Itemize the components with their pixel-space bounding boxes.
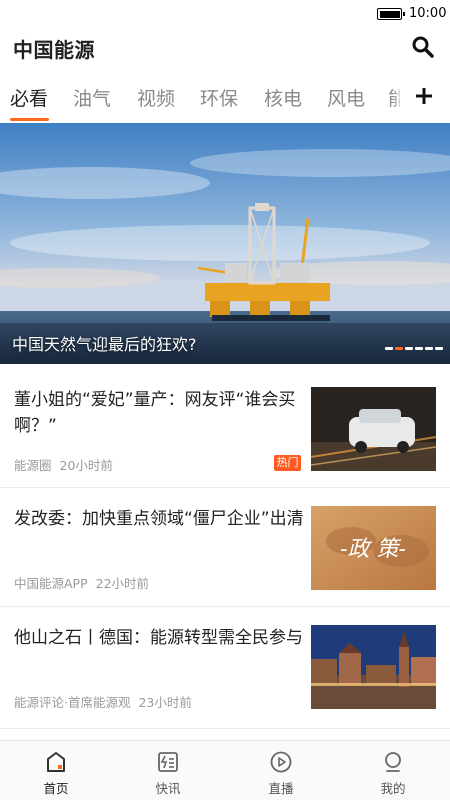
- tab-huanbao[interactable]: 环保: [200, 84, 238, 111]
- nav-label: 快讯: [155, 781, 181, 796]
- profile-icon: [381, 750, 405, 774]
- search-icon[interactable]: [410, 34, 436, 60]
- carousel-dot: [385, 347, 393, 350]
- active-tab-indicator: [10, 118, 49, 121]
- tab-shipin[interactable]: 视频: [137, 84, 175, 111]
- tab-bikan[interactable]: 必看: [10, 84, 48, 111]
- bottom-nav: 首页 快讯 直播 我的: [0, 740, 450, 800]
- carousel-dot: [435, 347, 443, 350]
- carousel-dot-active: [395, 347, 403, 350]
- news-thumbnail: [311, 625, 436, 709]
- nav-label: 首页: [43, 781, 69, 796]
- nav-label: 我的: [380, 781, 406, 796]
- channel-tabs: 必看 油气 视频 环保 核电 风电 能: [0, 76, 450, 122]
- carousel-dot: [415, 347, 423, 350]
- app-header: 中国能源: [0, 28, 450, 64]
- news-time: 20小时前: [59, 458, 113, 473]
- live-play-icon: [269, 750, 293, 774]
- hero-banner[interactable]: 中国天然气迎最后的狂欢?: [0, 123, 450, 364]
- nav-live[interactable]: 直播: [225, 741, 337, 800]
- banner-caption: 中国天然气迎最后的狂欢?: [12, 335, 197, 354]
- carousel-dot: [405, 347, 413, 350]
- plus-icon[interactable]: [408, 80, 440, 112]
- policy-thumbnail-text: -政 策-: [340, 537, 406, 562]
- news-time: 23小时前: [138, 695, 192, 710]
- hot-badge: 热门: [274, 455, 301, 471]
- carousel-dot: [425, 347, 433, 350]
- oil-platform-image: [0, 123, 450, 364]
- nav-profile[interactable]: 我的: [337, 741, 449, 800]
- news-meta: 能源评论·首席能源观 23小时前: [14, 692, 192, 711]
- divider: [0, 487, 450, 488]
- news-title: 发改委：加快重点领域“僵尸企业”出清: [14, 509, 304, 529]
- battery-icon: [377, 8, 405, 20]
- news-thumbnail: [311, 387, 436, 471]
- news-meta: 中国能源APP 22小时前: [14, 573, 149, 592]
- status-bar: 10:00: [0, 0, 450, 28]
- divider: [0, 606, 450, 607]
- home-icon: [44, 750, 68, 774]
- news-meta: 能源圈 20小时前: [14, 455, 113, 474]
- news-source: 能源评论·首席能源观: [14, 695, 131, 710]
- nav-home[interactable]: 首页: [0, 741, 112, 800]
- nav-flash-news[interactable]: 快讯: [112, 741, 224, 800]
- tab-hedian[interactable]: 核电: [264, 84, 302, 111]
- news-thumbnail: -政 策-: [311, 506, 436, 590]
- nav-label: 直播: [268, 781, 294, 796]
- flash-news-icon: [156, 750, 180, 774]
- news-source: 能源圈: [14, 458, 52, 473]
- news-source: 中国能源APP: [14, 576, 88, 591]
- news-item[interactable]: 他山之石丨德国：能源转型需全民参与 能源评论·首席能源观 23小时前: [0, 625, 450, 743]
- tab-youqi[interactable]: 油气: [73, 84, 111, 111]
- news-title: 他山之石丨德国：能源转型需全民参与: [14, 628, 303, 648]
- news-title: 董小姐的“爱妃”量产：网友评“谁会买啊？”: [14, 390, 296, 436]
- status-time: 10:00: [409, 6, 447, 21]
- app-title: 中国能源: [13, 38, 95, 62]
- tab-fengdian[interactable]: 风电: [327, 84, 365, 111]
- divider: [0, 728, 450, 729]
- news-time: 22小时前: [95, 576, 150, 591]
